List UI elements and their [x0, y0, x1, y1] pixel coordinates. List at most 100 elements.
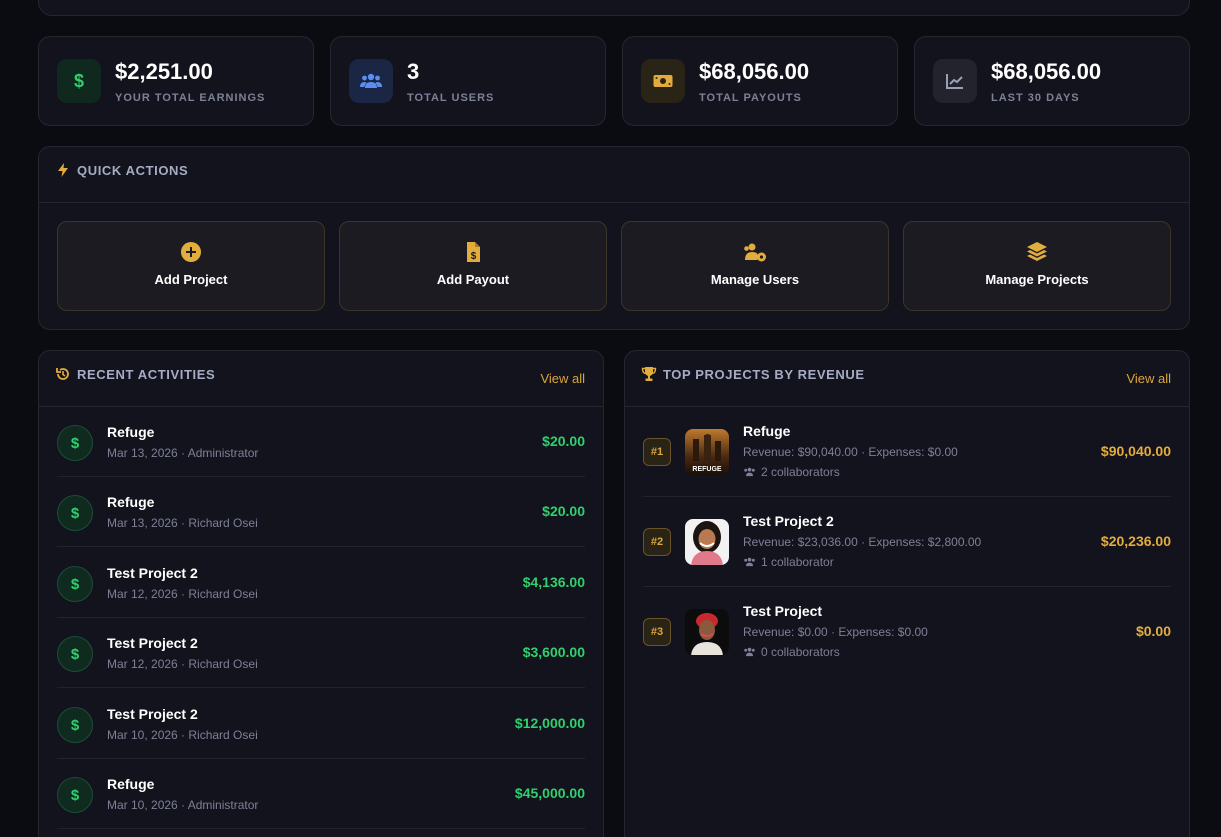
activity-meta: Mar 13, 2026 · Administrator [107, 446, 259, 460]
users-icon [744, 647, 755, 657]
bolt-icon [58, 163, 68, 177]
dollar-icon: $ [57, 707, 93, 743]
recent-activities-panel: RECENT ACTIVITIES View all $ Refuge Mar … [38, 350, 604, 837]
users-icon [744, 557, 755, 567]
project-thumbnail [685, 609, 729, 655]
project-collaborators: 1 collaborator [743, 555, 834, 569]
dollar-icon: $ [57, 566, 93, 602]
add-project-label: Add Project [154, 272, 228, 287]
activity-amount: $45,000.00 [514, 785, 585, 801]
project-name: Refuge [743, 423, 791, 439]
dollar-icon: $ [57, 425, 93, 461]
manage-users-label: Manage Users [710, 272, 800, 287]
collaborators-count: 1 collaborator [761, 555, 834, 569]
svg-text:$: $ [74, 71, 84, 91]
stat-label: YOUR TOTAL EARNINGS [115, 92, 266, 104]
top-projects-header: TOP PROJECTS BY REVENUE View all [625, 351, 1189, 407]
stat-card-earnings: $ $2,251.00 YOUR TOTAL EARNINGS [38, 36, 314, 126]
money-icon [641, 59, 685, 103]
manage-projects-label: Manage Projects [985, 272, 1089, 287]
project-name: Test Project [743, 603, 823, 619]
svg-text:REFUGE: REFUGE [692, 466, 722, 473]
stat-value: $2,251.00 [115, 59, 213, 84]
activity-amount: $3,600.00 [522, 644, 585, 660]
project-thumbnail: REFUGE [685, 429, 729, 475]
activity-name: Refuge [107, 424, 155, 440]
collaborators-count: 2 collaborators [761, 465, 840, 479]
top-header-bar [38, 0, 1190, 16]
history-icon [56, 368, 69, 380]
activity-row[interactable]: $ Refuge Mar 13, 2026 · Richard Osei $20… [57, 477, 585, 547]
stat-card-payouts: $68,056.00 TOTAL PAYOUTS [622, 36, 898, 126]
activity-row[interactable]: $ Refuge Mar 10, 2026 · Administrator $4… [57, 759, 585, 829]
add-payout-button[interactable]: $ Add Payout [339, 221, 607, 311]
activity-meta: Mar 12, 2026 · Richard Osei [107, 657, 258, 671]
activity-meta: Mar 10, 2026 · Administrator [107, 798, 259, 812]
stat-label: TOTAL PAYOUTS [699, 92, 802, 104]
activity-row[interactable]: $ Test Project 2 Mar 12, 2026 · Richard … [57, 618, 585, 688]
project-amount: $0.00 [1135, 623, 1171, 639]
plus-circle-icon [181, 242, 201, 262]
activity-meta: Mar 10, 2026 · Richard Osei [107, 728, 258, 742]
activity-meta: Mar 13, 2026 · Richard Osei [107, 516, 258, 530]
top-projects-title: TOP PROJECTS BY REVENUE [663, 367, 865, 382]
svg-text:$: $ [471, 251, 477, 262]
dollar-icon: $ [57, 59, 101, 103]
activity-name: Refuge [107, 494, 155, 510]
project-collaborators: 0 collaborators [743, 645, 840, 659]
stat-card-users: 3 TOTAL USERS [330, 36, 606, 126]
layers-icon [1027, 242, 1047, 261]
activity-name: Test Project 2 [107, 635, 198, 651]
project-meta: Revenue: $23,036.00 · Expenses: $2,800.0… [743, 535, 982, 549]
activity-name: Test Project 2 [107, 706, 198, 722]
quick-actions-panel: QUICK ACTIONS Add Project $ Add Payout M… [38, 146, 1190, 330]
project-row[interactable]: #2 Test Project 2 Revenue: $23,036.00 · … [643, 497, 1171, 587]
activity-amount: $12,000.00 [514, 715, 585, 731]
add-project-button[interactable]: Add Project [57, 221, 325, 311]
collaborators-count: 0 collaborators [761, 645, 840, 659]
project-rank-badge: #3 [643, 618, 671, 646]
project-rank-badge: #2 [643, 528, 671, 556]
stat-label: TOTAL USERS [407, 92, 495, 104]
project-meta: Revenue: $90,040.00 · Expenses: $0.00 [743, 445, 958, 459]
quick-actions-title: QUICK ACTIONS [77, 163, 189, 178]
top-projects-panel: TOP PROJECTS BY REVENUE View all #1 REFU… [624, 350, 1190, 837]
project-row[interactable]: #3 Test Project Revenue: $0.00 · Expense… [643, 587, 1171, 677]
project-rank-badge: #1 [643, 438, 671, 466]
activity-row[interactable]: $ Test Project 2 Mar 10, 2026 · Richard … [57, 689, 585, 759]
project-amount: $20,236.00 [1100, 533, 1171, 549]
project-thumbnail [685, 519, 729, 565]
activity-row[interactable]: $ Test Project 2 Mar 12, 2026 · Richard … [57, 548, 585, 618]
stat-label: LAST 30 DAYS [991, 92, 1080, 104]
file-invoice-dollar-icon: $ [467, 242, 480, 262]
add-payout-label: Add Payout [436, 272, 510, 287]
activity-name: Refuge [107, 776, 155, 792]
activity-name: Test Project 2 [107, 565, 198, 581]
project-row[interactable]: #1 REFUGE Refuge Revenue: $90,040.00 · E… [643, 407, 1171, 497]
stat-value: $68,056.00 [991, 59, 1102, 84]
project-meta: Revenue: $0.00 · Expenses: $0.00 [743, 625, 928, 639]
activity-amount: $4,136.00 [522, 574, 585, 590]
activity-amount: $20.00 [542, 433, 585, 449]
users-cog-icon [744, 243, 766, 262]
activity-meta: Mar 12, 2026 · Richard Osei [107, 587, 258, 601]
recent-activities-view-all-link[interactable]: View all [540, 371, 585, 386]
project-name: Test Project 2 [743, 513, 834, 529]
stat-value: 3 [407, 59, 420, 84]
recent-activities-title: RECENT ACTIVITIES [77, 367, 216, 382]
dollar-icon: $ [57, 636, 93, 672]
quick-actions-header: QUICK ACTIONS [39, 147, 1189, 203]
dollar-icon: $ [57, 495, 93, 531]
manage-users-button[interactable]: Manage Users [621, 221, 889, 311]
stat-card-last-30-days: $68,056.00 LAST 30 DAYS [914, 36, 1190, 126]
chart-line-icon [933, 59, 977, 103]
top-projects-view-all-link[interactable]: View all [1126, 371, 1171, 386]
manage-projects-button[interactable]: Manage Projects [903, 221, 1171, 311]
project-collaborators: 2 collaborators [743, 465, 840, 479]
users-icon [744, 467, 755, 477]
stat-value: $68,056.00 [699, 59, 810, 84]
project-amount: $90,040.00 [1100, 443, 1171, 459]
activity-row[interactable]: $ Refuge Mar 13, 2026 · Administrator $2… [57, 407, 585, 477]
trophy-icon [641, 367, 657, 381]
dollar-icon: $ [57, 777, 93, 813]
